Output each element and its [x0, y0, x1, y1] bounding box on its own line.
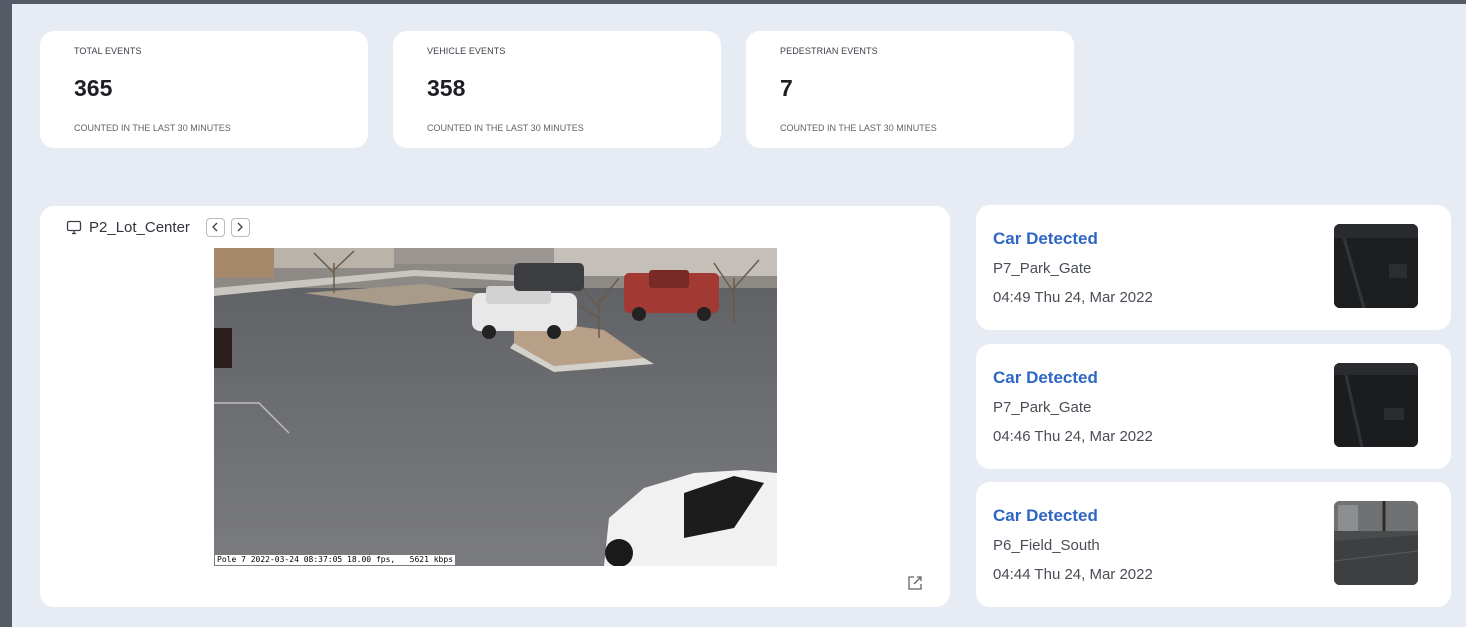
stat-subtitle: COUNTED IN THE LAST 30 MINUTES	[780, 123, 937, 133]
stat-label: VEHICLE EVENTS	[427, 46, 506, 56]
stat-card-vehicle-events: VEHICLE EVENTS 358 COUNTED IN THE LAST 3…	[393, 31, 721, 148]
event-card[interactable]: Car Detected P7_Park_Gate 04:49 Thu 24, …	[976, 205, 1451, 330]
event-card[interactable]: Car Detected P7_Park_Gate 04:46 Thu 24, …	[976, 344, 1451, 469]
chevron-right-icon	[236, 222, 244, 232]
stat-value: 365	[74, 75, 113, 101]
camera-header: P2_Lot_Center	[66, 216, 250, 238]
event-thumbnail[interactable]	[1334, 224, 1418, 308]
dashboard-canvas: TOTAL EVENTS 365 COUNTED IN THE LAST 30 …	[12, 4, 1466, 627]
external-link-icon	[906, 576, 924, 596]
stat-value: 358	[427, 75, 466, 101]
stat-card-total-events: TOTAL EVENTS 365 COUNTED IN THE LAST 30 …	[40, 31, 368, 148]
stat-value: 7	[780, 75, 793, 101]
stat-label: TOTAL EVENTS	[74, 46, 142, 56]
event-thumbnail[interactable]	[1334, 363, 1418, 447]
event-time: 04:49 Thu 24, Mar 2022	[993, 289, 1153, 306]
event-camera: P7_Park_Gate	[993, 260, 1092, 277]
camera-view-card: P2_Lot_Center Pole 7 2022-03-24 08:37:05…	[40, 206, 950, 607]
event-title: Car Detected	[993, 368, 1098, 387]
event-thumbnail[interactable]	[1334, 501, 1418, 585]
prev-camera-button[interactable]	[205, 217, 225, 237]
event-title: Car Detected	[993, 229, 1098, 248]
event-time: 04:44 Thu 24, Mar 2022	[993, 566, 1153, 583]
stat-subtitle: COUNTED IN THE LAST 30 MINUTES	[427, 123, 584, 133]
chevron-left-icon	[211, 222, 219, 232]
event-camera: P7_Park_Gate	[993, 399, 1092, 416]
camera-name: P2_Lot_Center	[89, 218, 190, 236]
event-title: Car Detected	[993, 506, 1098, 525]
monitor-icon	[66, 220, 82, 235]
open-external-button[interactable]	[906, 574, 924, 592]
camera-video-feed[interactable]: Pole 7 2022-03-24 08:37:05 18.00 fps, 56…	[214, 248, 777, 566]
event-time: 04:46 Thu 24, Mar 2022	[993, 428, 1153, 445]
parking-lot-scene	[214, 248, 777, 566]
event-card[interactable]: Car Detected P6_Field_South 04:44 Thu 24…	[976, 482, 1451, 607]
stat-subtitle: COUNTED IN THE LAST 30 MINUTES	[74, 123, 231, 133]
stat-card-pedestrian-events: PEDESTRIAN EVENTS 7 COUNTED IN THE LAST …	[746, 31, 1074, 148]
next-camera-button[interactable]	[230, 217, 250, 237]
video-overlay-text: Pole 7 2022-03-24 08:37:05 18.00 fps, 56…	[215, 555, 456, 565]
event-camera: P6_Field_South	[993, 537, 1100, 554]
stat-label: PEDESTRIAN EVENTS	[780, 46, 878, 56]
